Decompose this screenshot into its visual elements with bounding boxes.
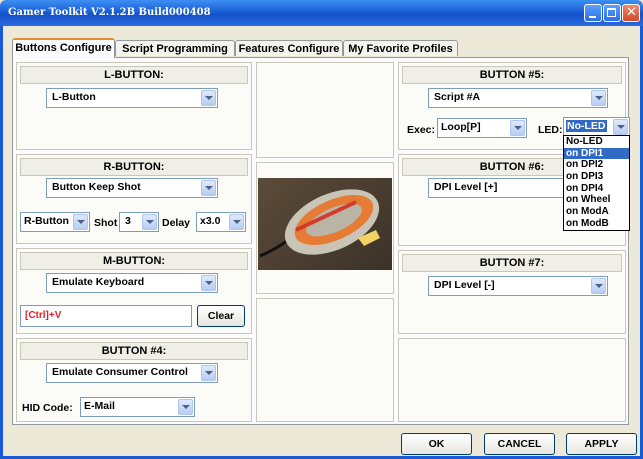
right-bottom-box [398,338,626,422]
led-value: No-LED [566,120,607,132]
apply-button[interactable]: APPLY [566,433,637,455]
minimize-icon [589,16,596,18]
r-button-function-select[interactable]: Button Keep Shot [46,178,218,198]
button5-function-value: Script #A [434,91,481,103]
chevron-down-icon[interactable] [73,214,88,230]
led-option[interactable]: on ModA [564,206,629,218]
led-option[interactable]: on DPI3 [564,171,629,183]
r-button-source-select[interactable]: R-Button [20,212,90,232]
chevron-down-icon[interactable] [591,278,606,294]
led-label: LED: [538,124,563,136]
led-option[interactable]: on ModB [564,218,629,230]
exec-select[interactable]: Loop[P] [437,118,527,138]
maximize-button[interactable] [603,4,621,22]
button5-header: BUTTON #5: [402,66,622,84]
delay-select[interactable]: x3.0 [196,212,246,232]
led-option[interactable]: on DPI1 [564,147,629,160]
led-option[interactable]: on Wheel [564,194,629,206]
mouse-image [258,178,392,270]
ok-button[interactable]: OK [401,433,472,455]
led-option[interactable]: No-LED [564,136,629,148]
l-button-function-select[interactable]: L-Button [46,88,218,108]
chevron-down-icon[interactable] [613,119,628,135]
maximize-icon [607,8,616,17]
key-combo-field[interactable]: [Ctrl]+V [20,305,192,327]
middle-top-box [256,62,394,158]
button7-header: BUTTON #7: [402,254,622,272]
mouse-illustration [259,189,380,258]
hid-code-label: HID Code: [22,402,73,414]
tab-script-programming[interactable]: Script Programming [115,40,235,56]
shot-select[interactable]: 3 [119,212,159,232]
shot-value: 3 [125,215,131,227]
chevron-down-icon[interactable] [201,365,216,381]
m-button-header: M-BUTTON: [20,252,248,270]
chevron-down-icon[interactable] [201,90,216,106]
delay-label: Delay [162,217,191,229]
delay-value: x3.0 [200,215,221,227]
r-button-function-value: Button Keep Shot [52,181,141,193]
hid-code-value: E-Mail [84,400,115,412]
minimize-button[interactable] [584,4,602,22]
chevron-down-icon[interactable] [201,180,216,196]
chevron-down-icon[interactable] [201,275,216,291]
hid-code-select[interactable]: E-Mail [80,397,195,417]
led-option[interactable]: on DPI2 [564,159,629,171]
exec-value: Loop[P] [441,121,481,133]
button5-function-select[interactable]: Script #A [428,88,608,108]
exec-label: Exec: [407,124,436,136]
key-combo-value: [Ctrl]+V [25,310,62,321]
chevron-down-icon[interactable] [229,214,244,230]
tab-my-favorite-profiles[interactable]: My Favorite Profiles [343,40,458,56]
led-select[interactable]: No-LED [563,117,630,137]
button7-function-value: DPI Level [-] [434,279,495,291]
chevron-down-icon[interactable] [510,120,525,136]
close-icon: ✕ [626,5,637,20]
cancel-button[interactable]: CANCEL [484,433,555,455]
chevron-down-icon[interactable] [178,399,193,415]
button4-function-value: Emulate Consumer Control [52,366,188,378]
close-button[interactable]: ✕ [622,4,640,22]
chevron-down-icon[interactable] [142,214,157,230]
button4-function-select[interactable]: Emulate Consumer Control [46,363,218,383]
led-option[interactable]: on DPI4 [564,183,629,195]
title-bar: Gamer Toolkit V2.1.2B Build000408 ✕ [0,0,643,26]
tab-features-configure[interactable]: Features Configure [235,40,343,56]
button7-function-select[interactable]: DPI Level [-] [428,276,608,296]
l-button-header: L-BUTTON: [20,66,248,84]
m-button-function-value: Emulate Keyboard [52,276,145,288]
r-button-source-value: R-Button [24,215,69,227]
window-title: Gamer Toolkit V2.1.2B Build000408 [8,7,211,18]
led-dropdown-list: No-LED on DPI1 on DPI2 on DPI3 on DPI4 o… [563,135,630,231]
shot-label: Shot [94,217,118,229]
tab-buttons-configure[interactable]: Buttons Configure [12,38,115,58]
button4-header: BUTTON #4: [20,342,248,360]
clear-button[interactable]: Clear [197,305,245,327]
l-button-function-value: L-Button [52,91,96,103]
m-button-function-select[interactable]: Emulate Keyboard [46,273,218,293]
middle-bottom-box [256,298,394,422]
chevron-down-icon[interactable] [591,90,606,106]
r-button-header: R-BUTTON: [20,158,248,176]
button6-function-value: DPI Level [+] [434,181,498,193]
